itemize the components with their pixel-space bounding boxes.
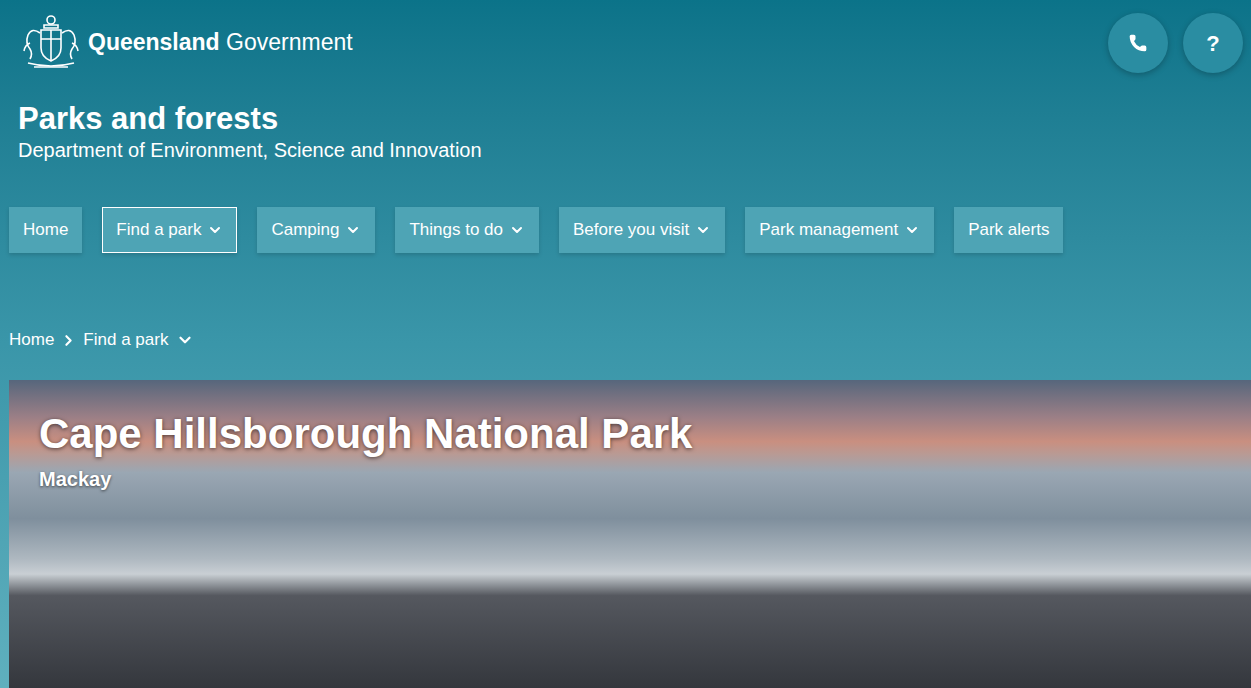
nav-item[interactable]: Find a park [102, 207, 237, 253]
main-nav: Home Find a park Camping Things to do Before… [0, 207, 1251, 253]
page: Queensland Government? Parks and forestsD… [0, 0, 1251, 688]
nav-item[interactable]: Home [9, 207, 82, 253]
brand[interactable]: Queensland Government [20, 13, 353, 71]
help-button[interactable]: ? [1183, 13, 1243, 73]
nav-item[interactable]: Things to do [395, 207, 539, 253]
chevron-down-icon [176, 331, 194, 349]
park-title: Cape Hillsborough National Park [39, 408, 1251, 460]
breadcrumb: Home Find a park [0, 328, 1251, 352]
chevron-down-icon [207, 222, 223, 238]
site-title[interactable]: Parks and forests [18, 101, 1251, 137]
breadcrumb-item[interactable]: Find a park [83, 328, 194, 352]
nav-item[interactable]: Park alerts [954, 207, 1063, 253]
contact-button[interactable] [1108, 13, 1168, 73]
queensland-crest-icon [20, 13, 82, 71]
chevron-down-icon [695, 222, 711, 238]
chevron-down-icon [345, 222, 361, 238]
site-heading: Parks and forestsDepartment of Environme… [0, 101, 1251, 163]
park-location: Mackay [39, 466, 1251, 492]
phone-icon [1128, 33, 1148, 53]
chevron-down-icon [904, 222, 920, 238]
brand-text: Queensland Government [88, 28, 353, 56]
site-subtitle: Department of Environment, Science and I… [18, 137, 1251, 163]
hero-banner: Cape Hillsborough National Park Mackay [9, 380, 1251, 688]
nav-item[interactable]: Camping [257, 207, 375, 253]
nav-item[interactable]: Park management [745, 207, 934, 253]
chevron-right-icon [60, 332, 77, 349]
utility-buttons: ? [1108, 13, 1243, 73]
chevron-down-icon [509, 222, 525, 238]
top-bar: Queensland Government? [0, 0, 1251, 73]
breadcrumb-item[interactable]: Home [9, 328, 54, 352]
nav-item[interactable]: Before you visit [559, 207, 725, 253]
